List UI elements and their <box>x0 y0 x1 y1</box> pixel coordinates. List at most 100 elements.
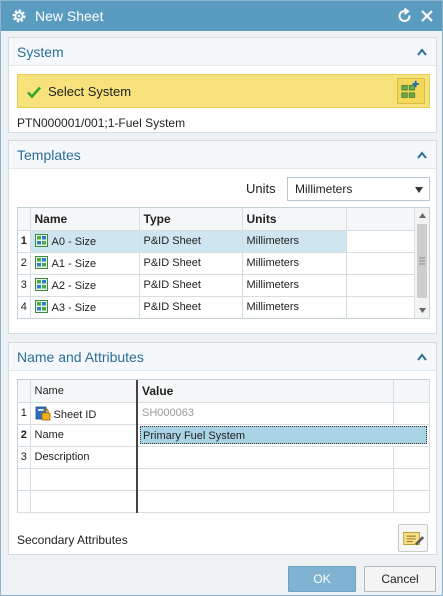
template-row[interactable]: 3 A2 - Size P&ID Sheet Millimeters <box>18 274 429 297</box>
attribute-value-cell[interactable] <box>137 446 394 469</box>
template-name-cell: A0 - Size <box>30 230 140 253</box>
template-name: A0 - Size <box>51 236 97 248</box>
name-attributes-section-title: Name and Attributes <box>17 349 144 365</box>
template-units-cell: Millimeters <box>242 318 346 319</box>
row-number: 1 <box>18 402 31 425</box>
column-header-units[interactable]: Units <box>242 208 347 231</box>
template-type-cell: P&ID Sheet <box>139 274 243 297</box>
ok-button[interactable]: OK <box>288 566 356 592</box>
template-type-cell: P&ID Sheet <box>139 230 243 253</box>
column-header-filler <box>393 380 430 403</box>
attributes-header-row: Name Value <box>18 380 430 403</box>
units-row: Units Millimeters <box>9 177 436 201</box>
template-units-cell: Millimeters <box>242 230 347 253</box>
attribute-name-cell: Description <box>30 446 138 469</box>
secondary-attributes-label: Secondary Attributes <box>17 533 128 547</box>
row-number: 3 <box>18 274 31 297</box>
scroll-down-icon[interactable] <box>419 308 426 313</box>
system-section-title: System <box>17 44 64 60</box>
attributes-grid: Name Value 1 Sheet ID SH000063 2 Name Pr… <box>17 379 430 513</box>
attribute-row-description[interactable]: 3 Description <box>18 446 430 469</box>
column-header-type[interactable]: Type <box>139 208 243 231</box>
template-name-cell: A3 - Size <box>30 296 140 318</box>
select-system-label: Select System <box>48 84 132 99</box>
checkmark-icon <box>27 86 41 99</box>
row-number: 3 <box>18 446 31 469</box>
add-node-icon <box>401 80 419 98</box>
select-system-bar[interactable]: Select System <box>17 74 430 108</box>
filler-cell <box>346 274 417 297</box>
row-number: 1 <box>18 230 31 253</box>
column-header-attr-value[interactable]: Value <box>137 380 394 403</box>
empty-cell <box>30 490 138 513</box>
units-dropdown[interactable]: Millimeters <box>287 177 430 201</box>
empty-cell <box>30 468 138 491</box>
dialog-title: New Sheet <box>35 8 104 24</box>
attribute-value-cell[interactable]: Primary Fuel System <box>137 424 430 447</box>
template-row[interactable]: 1 A0 - Size P&ID Sheet Millimeters <box>18 230 429 253</box>
selected-system-value: PTN000001/001;1-Fuel System <box>17 116 186 130</box>
new-sheet-dialog: New Sheet System Select System PTN000001… <box>0 0 443 596</box>
row-number-header <box>18 208 31 231</box>
template-row[interactable]: 4 A3 - Size P&ID Sheet Millimeters <box>18 296 429 318</box>
attribute-name-cell: Sheet ID <box>30 402 138 425</box>
filler-cell <box>393 446 430 469</box>
units-label: Units <box>246 181 276 196</box>
template-units-cell: Millimeters <box>242 274 347 297</box>
sheet-template-icon <box>34 300 48 313</box>
template-name: A3 - Size <box>51 302 97 314</box>
filler-cell <box>346 252 417 275</box>
templates-scrollbar[interactable] <box>414 208 429 318</box>
empty-cell <box>137 490 394 513</box>
gear-icon <box>12 9 26 23</box>
attribute-row-name[interactable]: 2 Name Primary Fuel System <box>18 424 430 447</box>
empty-cell <box>393 468 430 491</box>
attribute-name: Sheet ID <box>53 408 97 421</box>
chevron-down-icon <box>415 187 423 193</box>
template-row[interactable]: 5A4 - SizeP&ID SheetMillimeters <box>18 318 430 319</box>
name-value-input[interactable]: Primary Fuel System <box>140 426 427 444</box>
cancel-button[interactable]: Cancel <box>364 566 436 592</box>
name-attributes-section-header[interactable]: Name and Attributes <box>9 343 436 371</box>
templates-grid: Name Type Units 1 A0 - Size P&ID Sheet Mill… <box>17 207 430 319</box>
name-attributes-section: Name and Attributes Name Value 1 Sheet I… <box>8 342 437 555</box>
sheet-template-icon <box>34 256 48 269</box>
sheet-template-icon <box>34 278 48 291</box>
locked-key-icon <box>35 406 50 420</box>
empty-cell <box>137 468 394 491</box>
template-name: A1 - Size <box>51 258 97 270</box>
template-row[interactable]: 2 A1 - Size P&ID Sheet Millimeters <box>18 252 429 275</box>
template-name-cell: A1 - Size <box>30 252 140 275</box>
filler-cell <box>346 230 417 253</box>
edit-attributes-icon <box>403 531 425 546</box>
row-number-header <box>18 380 31 403</box>
chevron-up-icon[interactable] <box>416 46 428 58</box>
add-system-button[interactable] <box>397 78 425 104</box>
close-icon[interactable] <box>419 7 435 25</box>
chevron-up-icon[interactable] <box>416 351 428 363</box>
attribute-row-sheet-id[interactable]: 1 Sheet ID SH000063 <box>18 402 430 425</box>
row-number: 4 <box>18 296 31 318</box>
grip-icon <box>419 257 425 265</box>
row-number <box>18 468 31 491</box>
template-units-cell: Millimeters <box>242 296 347 318</box>
sheet-template-icon <box>34 234 48 247</box>
chevron-up-icon[interactable] <box>416 149 428 161</box>
column-header-attr-name[interactable]: Name <box>30 380 138 403</box>
row-number: 2 <box>18 424 31 447</box>
template-type-cell: P&ID Sheet <box>139 296 243 318</box>
secondary-attributes-button[interactable] <box>398 524 428 552</box>
title-bar: New Sheet <box>1 1 442 31</box>
templates-section-header[interactable]: Templates <box>9 141 436 169</box>
attribute-value-cell: SH000063 <box>137 402 394 425</box>
column-header-name[interactable]: Name <box>30 208 140 231</box>
templates-section: Templates Units Millimeters Name Type Un… <box>8 140 437 334</box>
empty-cell <box>393 490 430 513</box>
filler-cell <box>346 296 417 318</box>
reset-icon[interactable] <box>397 7 413 25</box>
scrollbar-thumb[interactable] <box>417 224 427 298</box>
empty-row <box>18 490 430 513</box>
scroll-up-icon[interactable] <box>419 213 426 218</box>
template-name: A2 - Size <box>51 280 97 292</box>
system-section-header[interactable]: System <box>9 38 436 66</box>
